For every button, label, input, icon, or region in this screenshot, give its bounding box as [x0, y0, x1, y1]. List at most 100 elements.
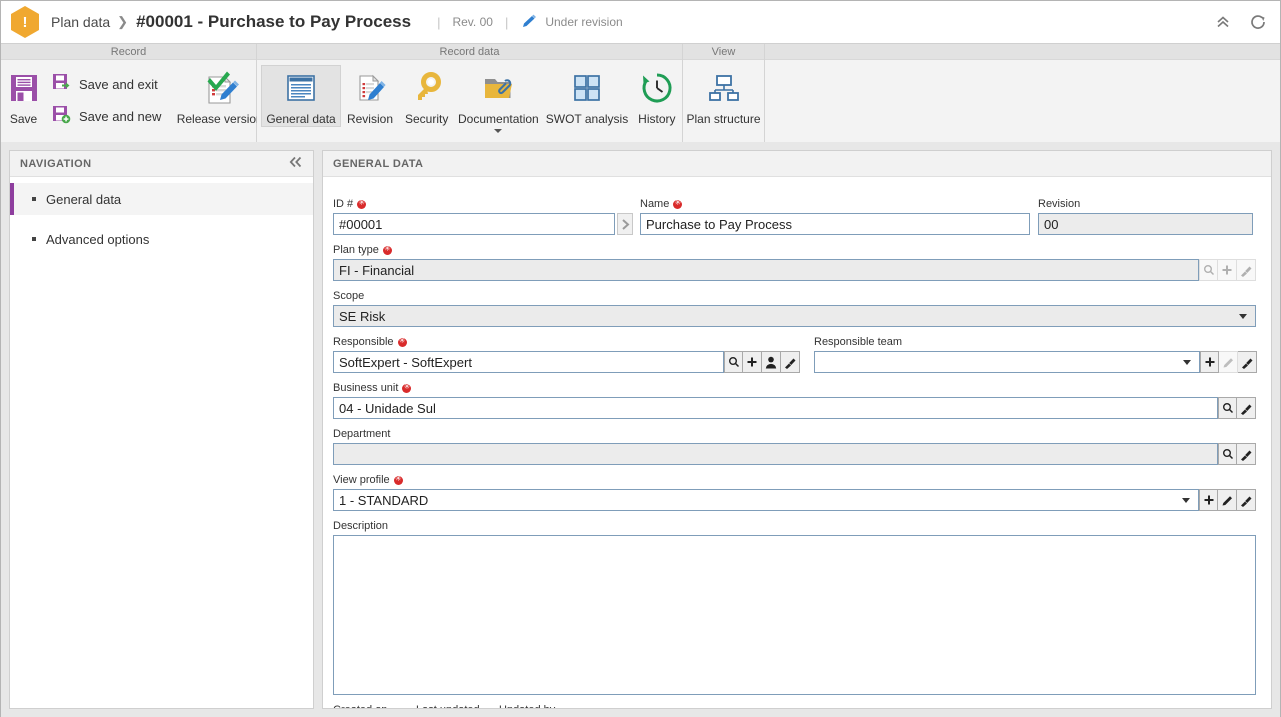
- breadcrumb-separator-icon: ❯: [117, 14, 129, 29]
- chevron-down-icon[interactable]: [494, 129, 503, 133]
- tab-swot-analysis[interactable]: SWOT analysis: [542, 65, 631, 126]
- responsible-team-clear-button[interactable]: [1238, 351, 1257, 373]
- name-input[interactable]: [640, 213, 1030, 235]
- swot-grid-icon: [570, 68, 604, 108]
- view-profile-select[interactable]: 1 - STANDARD: [333, 489, 1199, 511]
- field-created-on-label: Created on: [333, 703, 407, 708]
- save-and-exit-button[interactable]: Save and exit: [45, 71, 167, 98]
- required-marker-icon: [672, 197, 683, 210]
- responsible-team-select[interactable]: [814, 351, 1200, 373]
- description-textarea[interactable]: [333, 535, 1256, 695]
- application-window: ! Plan data ❯ #00001 - Purchase to Pay P…: [0, 0, 1281, 717]
- business-unit-input[interactable]: [333, 397, 1218, 419]
- tab-revision[interactable]: Revision: [341, 65, 399, 126]
- ribbon-empty-area: [765, 44, 1280, 142]
- field-updated-by: Updated by: [499, 703, 1241, 708]
- business-unit-clear-button[interactable]: [1237, 397, 1256, 419]
- field-responsible-label-text: Responsible: [333, 336, 394, 348]
- save-exit-icon: [51, 72, 71, 97]
- tab-general-data[interactable]: General data: [261, 65, 342, 127]
- responsible-add-button[interactable]: [743, 351, 762, 373]
- plan-type-clear-button: [1237, 259, 1256, 281]
- tab-documentation-label: Documentation: [458, 112, 539, 126]
- sidebar-item-general-data[interactable]: General data: [10, 183, 313, 215]
- plan-structure-icon: [707, 68, 741, 108]
- chevron-double-up-icon[interactable]: [1214, 14, 1232, 30]
- save-and-new-label: Save and new: [79, 109, 162, 124]
- view-profile-edit-button[interactable]: [1218, 489, 1237, 511]
- bullet-icon: [32, 237, 36, 241]
- field-plan-type: Plan type: [333, 243, 1257, 281]
- save-and-new-button[interactable]: Save and new: [45, 103, 167, 130]
- refresh-icon[interactable]: [1248, 12, 1268, 32]
- view-profile-clear-button[interactable]: [1237, 489, 1256, 511]
- required-marker-icon: [382, 243, 393, 256]
- responsible-input[interactable]: [333, 351, 724, 373]
- responsible-search-button[interactable]: [724, 351, 743, 373]
- general-data-form: ID # Name: [323, 177, 1271, 708]
- plan-warning-icon: !: [11, 6, 39, 38]
- page-title: #00001 - Purchase to Pay Process: [136, 12, 412, 31]
- sidebar-item-advanced-options[interactable]: Advanced options: [10, 223, 313, 255]
- form-row-scope: Scope SE Risk: [333, 289, 1257, 327]
- tab-documentation[interactable]: Documentation: [454, 65, 542, 133]
- chevron-double-left-icon[interactable]: [289, 156, 303, 171]
- navigation-title: NAVIGATION: [20, 157, 92, 170]
- tab-general-data-label: General data: [266, 112, 336, 126]
- department-input[interactable]: [333, 443, 1218, 465]
- tab-security[interactable]: Security: [399, 65, 455, 126]
- department-search-button[interactable]: [1218, 443, 1237, 465]
- tab-history[interactable]: History: [632, 65, 682, 126]
- field-id-label-text: ID #: [333, 198, 354, 210]
- responsible-team-add-button[interactable]: [1200, 351, 1219, 373]
- ribbon-group-view: View Plan structure: [683, 44, 765, 142]
- ribbon-group-record-data-title: Record data: [257, 44, 682, 60]
- field-responsible: Responsible: [333, 335, 800, 373]
- release-version-button[interactable]: Release version: [177, 65, 263, 126]
- content-panel-title: GENERAL DATA: [333, 157, 424, 170]
- scope-select-value: SE Risk: [339, 308, 386, 324]
- chevron-down-icon: [1182, 497, 1190, 503]
- field-name: Name: [640, 197, 1030, 235]
- field-description: Description: [333, 519, 1257, 695]
- field-business-unit-label: Business unit: [333, 381, 1257, 395]
- department-clear-button[interactable]: [1237, 443, 1256, 465]
- required-marker-icon: [393, 473, 404, 486]
- field-view-profile-label: View profile: [333, 473, 1257, 487]
- sidebar-item-general-data-label: General data: [46, 191, 122, 207]
- sidebar-item-advanced-options-label: Advanced options: [46, 231, 150, 247]
- business-unit-search-button[interactable]: [1218, 397, 1237, 419]
- responsible-user-button[interactable]: [762, 351, 781, 373]
- chevron-down-icon: [1239, 313, 1247, 319]
- content-panel: GENERAL DATA ID # ✳ #00001 Name ✳ Purcha…: [322, 150, 1272, 709]
- field-revision-label: Revision: [1038, 198, 1081, 210]
- form-row-description: Description: [333, 519, 1257, 695]
- bullet-icon: [32, 197, 36, 201]
- chevron-right-icon[interactable]: [617, 213, 633, 235]
- plan-structure-button[interactable]: Plan structure: [683, 65, 764, 126]
- responsible-clear-button[interactable]: [781, 351, 800, 373]
- breadcrumb-root[interactable]: Plan data: [51, 14, 110, 30]
- scope-select[interactable]: SE Risk: [333, 305, 1256, 327]
- field-business-unit: Business unit: [333, 381, 1257, 419]
- view-profile-add-button[interactable]: [1199, 489, 1218, 511]
- header-divider-2: |: [504, 14, 509, 30]
- field-responsible-team-label: Responsible team: [814, 336, 903, 348]
- revision-input: [1038, 213, 1253, 235]
- field-name-label-text: Name: [640, 198, 670, 210]
- field-plan-type-label-text: Plan type: [333, 244, 379, 256]
- field-scope-label: Scope: [333, 290, 365, 302]
- general-data-icon: [284, 68, 318, 108]
- plan-structure-label: Plan structure: [686, 112, 761, 126]
- id-input[interactable]: [333, 213, 615, 235]
- revision-icon: [353, 68, 387, 108]
- field-view-profile: View profile 1 - STANDARD: [333, 473, 1257, 511]
- save-button[interactable]: Save: [1, 65, 45, 126]
- field-scope: Scope SE Risk: [333, 289, 1257, 327]
- status-badge: Under revision: [545, 15, 623, 29]
- plan-type-input[interactable]: [333, 259, 1199, 281]
- documentation-folder-icon: [481, 68, 515, 108]
- responsible-team-edit-button: [1219, 351, 1238, 373]
- field-description-label: Description: [333, 520, 389, 532]
- field-created-on: Created on: [333, 703, 407, 708]
